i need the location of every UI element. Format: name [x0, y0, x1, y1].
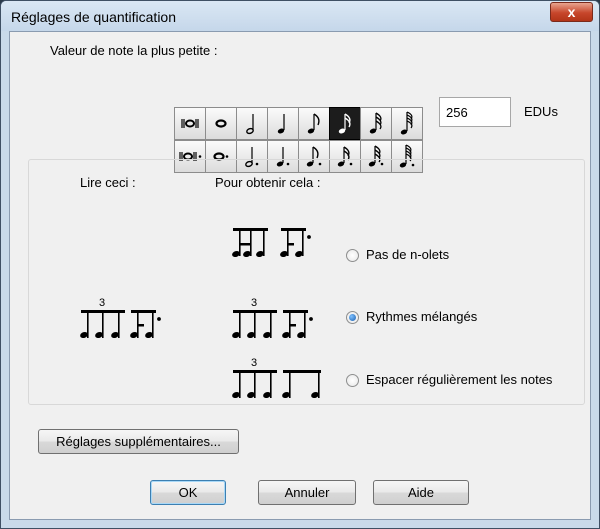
ok-button[interactable]: OK — [150, 480, 226, 505]
radio-mixed-rhythms[interactable] — [346, 311, 359, 324]
note-button-quarter[interactable] — [267, 107, 299, 140]
advanced-settings-button[interactable]: Réglages supplémentaires... — [38, 429, 239, 454]
option-mixed-rhythms-label: Rythmes mélangés — [366, 309, 478, 324]
quarter-note-icon — [277, 114, 285, 134]
thirty-second-note-icon — [369, 112, 382, 134]
read-this-label: Lire ceci : — [80, 175, 136, 190]
note-button-sixty-fourth[interactable] — [391, 107, 423, 140]
cancel-button[interactable]: Annuler — [258, 480, 356, 505]
edu-unit-label: EDUs — [524, 104, 558, 119]
breve-note-icon — [181, 119, 199, 128]
window-title: Réglages de quantification — [11, 9, 177, 25]
note-button-eighth[interactable] — [298, 107, 330, 140]
dialog-window: Réglages de quantification x Valeur de n… — [0, 0, 600, 529]
mixed-tuplet-number: 3 — [251, 297, 257, 309]
half-note-icon — [246, 114, 254, 135]
note-button-sixteenth[interactable] — [329, 107, 361, 140]
help-button[interactable]: Aide — [373, 480, 469, 505]
evenly-spaced-tuplet-number: 3 — [251, 357, 257, 369]
note-button-half[interactable] — [236, 107, 268, 140]
close-button[interactable]: x — [550, 2, 593, 22]
note-button-whole[interactable] — [205, 107, 237, 140]
input-rhythm-notation: 3 — [80, 297, 161, 339]
whole-note-icon — [215, 119, 227, 128]
radio-no-tuplets[interactable] — [346, 249, 359, 262]
note-button-thirty-second[interactable] — [360, 107, 392, 140]
radio-evenly-spaced[interactable] — [346, 374, 359, 387]
sixteenth-note-icon — [338, 113, 351, 134]
close-icon: x — [567, 4, 576, 20]
option-evenly-spaced-label: Espacer régulièrement les notes — [366, 372, 553, 387]
to-get-this-label: Pour obtenir cela : — [215, 175, 321, 190]
smallest-note-label: Valeur de note la plus petite : — [50, 43, 218, 58]
sixty-fourth-note-icon — [400, 111, 413, 135]
mixed-rhythms-notation: 3 — [232, 297, 313, 339]
evenly-spaced-rhythm: 3 — [232, 357, 321, 399]
input-tuplet-number: 3 — [99, 297, 105, 309]
title-bar[interactable]: Réglages de quantification x — [1, 1, 599, 31]
note-value-palette — [165, 70, 431, 173]
edu-value-input[interactable] — [439, 97, 511, 127]
no-tuplets-rhythm — [232, 228, 311, 258]
note-button-breve[interactable] — [174, 107, 206, 140]
option-no-tuplets-label: Pas de n-olets — [366, 247, 450, 262]
eighth-note-icon — [307, 113, 320, 134]
